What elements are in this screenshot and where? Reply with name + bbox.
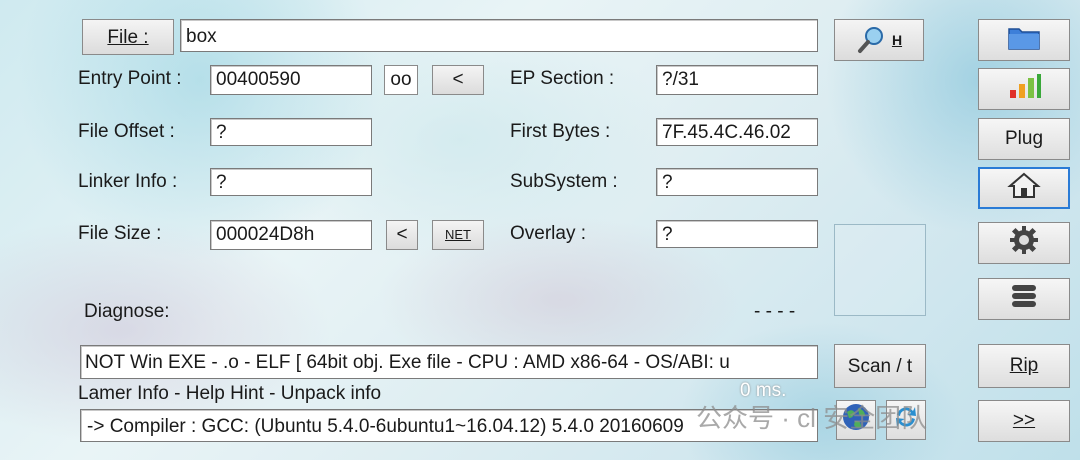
preview-box (834, 224, 926, 316)
plugins-button[interactable]: Plug (978, 118, 1070, 160)
menu-button[interactable] (978, 278, 1070, 320)
options-button[interactable] (978, 222, 1070, 264)
home-icon (1007, 171, 1041, 205)
file-offset-label: File Offset : (78, 121, 175, 142)
file-size-label: File Size : (78, 223, 162, 244)
hex-view-button[interactable]: H (834, 19, 924, 61)
detection-result-field[interactable]: NOT Win EXE - .o - ELF [ 64bit obj. Exe … (80, 345, 818, 379)
net-button[interactable]: NET (432, 220, 484, 250)
subsystem-label: SubSystem : (510, 171, 618, 192)
file-button[interactable]: File : (82, 19, 174, 55)
file-path-field[interactable]: box (180, 19, 818, 52)
watermark: 公众号 · cl 安全团队 (696, 403, 928, 433)
plug-label: Plug (1004, 128, 1044, 149)
list-icon (1009, 282, 1039, 316)
unpack-info-link[interactable]: Unpack info (281, 383, 381, 404)
stats-button[interactable] (978, 68, 1070, 110)
entry-point-label: Entry Point : (78, 68, 182, 89)
oo-button[interactable]: oo (384, 65, 418, 95)
magnifier-icon (856, 25, 886, 55)
file-size-field[interactable]: 000024D8h (210, 220, 372, 250)
diagnose-label: Diagnose: (84, 301, 170, 322)
rip-button[interactable]: Rip (978, 344, 1070, 388)
lamer-info-link[interactable]: Lamer Info (78, 383, 169, 404)
file-size-prev-button[interactable]: < (386, 220, 418, 250)
linker-info-label: Linker Info : (78, 171, 178, 192)
overlay-label: Overlay : (510, 223, 587, 244)
folder-icon (1007, 23, 1041, 57)
open-folder-button[interactable] (978, 19, 1070, 61)
first-bytes-field[interactable]: 7F.45.4C.46.02 (656, 118, 818, 146)
home-button[interactable] (978, 167, 1070, 209)
file-offset-field[interactable]: ? (210, 118, 372, 146)
help-hint-link[interactable]: Help Hint (186, 383, 264, 404)
subsystem-field[interactable]: ? (656, 168, 818, 196)
info-links: Lamer Info - Help Hint - Unpack info (78, 383, 382, 404)
ep-section-field[interactable]: ?/31 (656, 65, 818, 95)
entry-point-field[interactable]: 00400590 (210, 65, 372, 95)
next-button[interactable]: >> (978, 400, 1070, 442)
linker-info-field[interactable]: ? (210, 168, 372, 196)
first-bytes-label: First Bytes : (510, 121, 611, 142)
ep-section-label: EP Section : (510, 68, 615, 89)
gear-icon (1009, 225, 1039, 261)
bar-chart-icon (1006, 72, 1042, 106)
overlay-field[interactable]: ? (656, 220, 818, 248)
entry-point-prev-button[interactable]: < (432, 65, 484, 95)
scan-button[interactable]: Scan / t (834, 344, 926, 388)
diagnose-status: - - - - (754, 301, 796, 322)
